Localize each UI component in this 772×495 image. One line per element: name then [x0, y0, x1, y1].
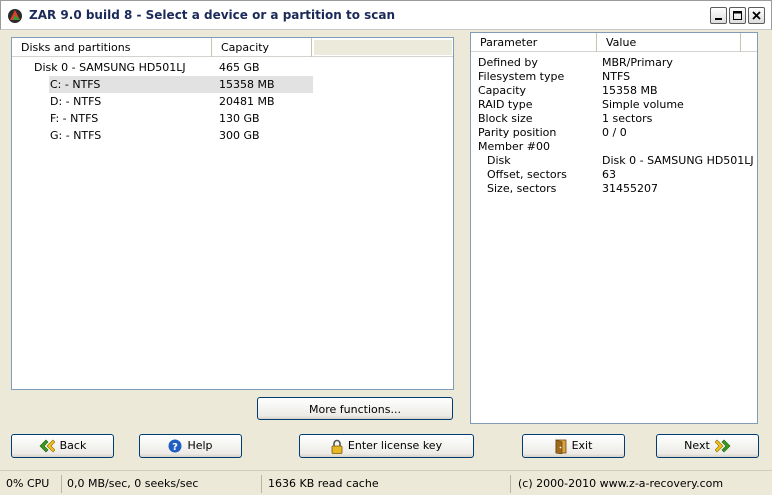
minimize-icon [715, 18, 722, 20]
minimize-button[interactable] [710, 7, 727, 24]
list-header: Disks and partitions Capacity [12, 38, 453, 57]
enter-license-key-button[interactable]: Enter license key [299, 434, 474, 458]
status-copyright: (c) 2000-2010 www.z-a-recovery.com [518, 477, 724, 490]
more-functions-button[interactable]: More functions... [257, 397, 453, 420]
row-capacity: 130 GB [219, 112, 260, 125]
param-value: 31455207 [602, 182, 658, 195]
row-capacity: 465 GB [219, 61, 260, 74]
column-header-capacity[interactable]: Capacity [212, 38, 312, 57]
list-item-disk0[interactable]: Disk 0 - SAMSUNG HD501LJ 465 GB [13, 59, 313, 76]
row-capacity: 20481 MB [219, 95, 275, 108]
zar-app-icon [8, 9, 22, 23]
exit-label: Exit [571, 439, 593, 452]
parameters-header: Parameter Value [471, 33, 757, 52]
maximize-icon [733, 11, 742, 20]
parameters-list[interactable]: Parameter Value Defined by MBR/Primary F… [470, 32, 758, 424]
column-header-parameter[interactable]: Parameter [471, 33, 597, 52]
list-item-partition-c[interactable]: C: - NTFS 15358 MB [49, 76, 313, 93]
row-name: F: - NTFS [50, 112, 99, 125]
back-button[interactable]: Back [11, 434, 114, 458]
close-window-button[interactable] [748, 7, 765, 24]
double-chevron-left-icon [39, 439, 55, 453]
param-name: Size, sectors [487, 182, 557, 195]
exit-button[interactable]: Exit [522, 434, 625, 458]
next-button[interactable]: Next [656, 434, 759, 458]
padlock-icon [331, 439, 343, 454]
param-row[interactable]: Size, sectors 31455207 [471, 180, 757, 197]
title-bar: ZAR 9.0 build 8 - Select a device or a p… [0, 0, 772, 30]
exit-door-icon [555, 439, 566, 454]
next-label: Next [684, 439, 710, 452]
column-header-value[interactable]: Value [597, 33, 741, 52]
row-name: D: - NTFS [50, 95, 102, 108]
row-name: C: - NTFS [50, 78, 101, 91]
window-title: ZAR 9.0 build 8 - Select a device or a p… [29, 8, 396, 22]
row-name: G: - NTFS [50, 129, 102, 142]
maximize-button[interactable] [729, 7, 746, 24]
svg-text:?: ? [173, 442, 179, 453]
status-bar: 0% CPU 0,0 MB/sec, 0 seeks/sec 1636 KB r… [0, 470, 772, 495]
row-capacity: 300 GB [219, 129, 260, 142]
list-item-partition-d[interactable]: D: - NTFS 20481 MB [49, 93, 313, 110]
list-item-partition-g[interactable]: G: - NTFS 300 GB [49, 127, 313, 144]
disks-partitions-list[interactable]: Disks and partitions Capacity Disk 0 - S… [11, 37, 454, 390]
list-item-partition-f[interactable]: F: - NTFS 130 GB [49, 110, 313, 127]
double-chevron-right-icon [714, 439, 731, 453]
status-cache: 1636 KB read cache [264, 475, 511, 493]
status-io: 0,0 MB/sec, 0 seeks/sec [63, 475, 262, 493]
back-label: Back [59, 439, 87, 452]
help-label: Help [187, 439, 213, 452]
more-functions-label: More functions... [309, 402, 401, 416]
help-button[interactable]: ? Help [139, 434, 242, 458]
status-cpu: 0% CPU [2, 475, 62, 493]
row-capacity: 15358 MB [219, 78, 275, 91]
close-icon [752, 11, 761, 20]
header-filler [314, 40, 452, 55]
question-icon: ? [168, 439, 182, 453]
license-label: Enter license key [347, 439, 443, 452]
column-header-disks[interactable]: Disks and partitions [12, 38, 212, 57]
row-name: Disk 0 - SAMSUNG HD501LJ [34, 61, 186, 74]
